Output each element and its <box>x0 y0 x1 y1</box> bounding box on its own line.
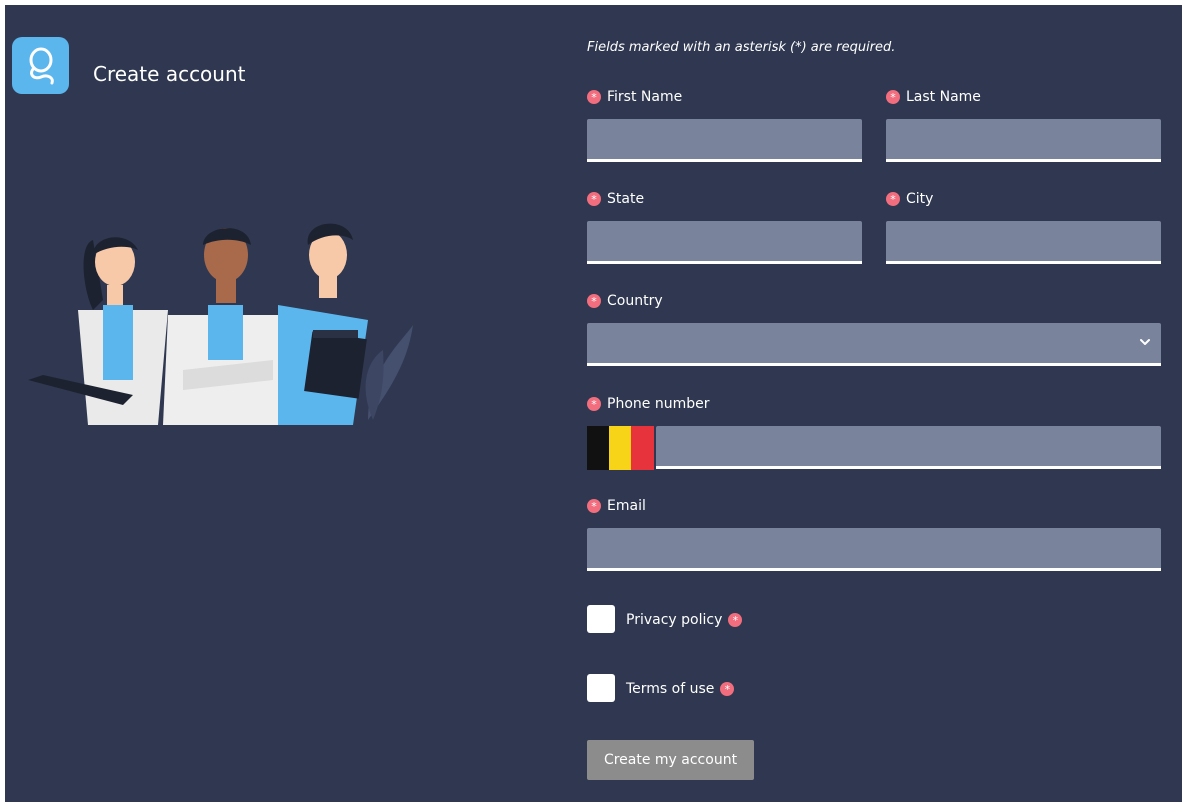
state-label: * State <box>587 190 644 208</box>
city-label-text: City <box>906 191 934 207</box>
required-indicator: * <box>587 90 601 104</box>
state-input[interactable] <box>587 221 862 264</box>
email-label-text: Email <box>607 498 646 514</box>
last-name-input[interactable] <box>886 119 1161 162</box>
state-label-text: State <box>607 191 645 207</box>
city-input[interactable] <box>886 221 1161 264</box>
phone-label: * Phone number <box>587 395 709 413</box>
first-name-label-text: First Name <box>607 89 683 105</box>
terms-of-use-label: Terms of use * <box>626 680 735 698</box>
terms-of-use-label-text: Terms of use <box>626 681 715 697</box>
phone-input[interactable] <box>656 426 1161 469</box>
country-select[interactable] <box>587 323 1161 366</box>
required-indicator: * <box>720 682 735 696</box>
required-indicator: * <box>886 192 900 206</box>
country-label-text: Country <box>607 293 663 309</box>
required-indicator: * <box>728 613 743 627</box>
first-name-label: * First Name <box>587 88 682 106</box>
app-logo-icon <box>12 37 69 94</box>
terms-of-use-checkbox[interactable] <box>587 674 615 702</box>
privacy-policy-label-text: Privacy policy <box>626 612 723 628</box>
email-label: * Email <box>587 497 646 515</box>
doctors-illustration <box>28 223 413 425</box>
chevron-down-icon <box>1140 339 1150 345</box>
belgium-flag-icon[interactable] <box>587 426 654 470</box>
required-indicator: * <box>587 499 601 513</box>
privacy-policy-label: Privacy policy * <box>626 611 743 629</box>
country-label: * Country <box>587 292 663 310</box>
required-indicator: * <box>587 192 601 206</box>
page-title: Create account <box>93 62 246 86</box>
email-input[interactable] <box>587 528 1161 571</box>
required-indicator: * <box>587 397 601 411</box>
create-account-button[interactable]: Create my account <box>587 740 754 780</box>
city-label: * City <box>886 190 933 208</box>
signup-panel: Create account Fields marked with an ast… <box>5 5 1182 802</box>
required-indicator: * <box>587 294 601 308</box>
required-indicator: * <box>886 90 900 104</box>
phone-label-text: Phone number <box>607 396 710 412</box>
first-name-input[interactable] <box>587 119 862 162</box>
last-name-label: * Last Name <box>886 88 981 106</box>
last-name-label-text: Last Name <box>906 89 981 105</box>
required-fields-note: Fields marked with an asterisk (*) are r… <box>587 40 896 55</box>
privacy-policy-checkbox[interactable] <box>587 605 615 633</box>
